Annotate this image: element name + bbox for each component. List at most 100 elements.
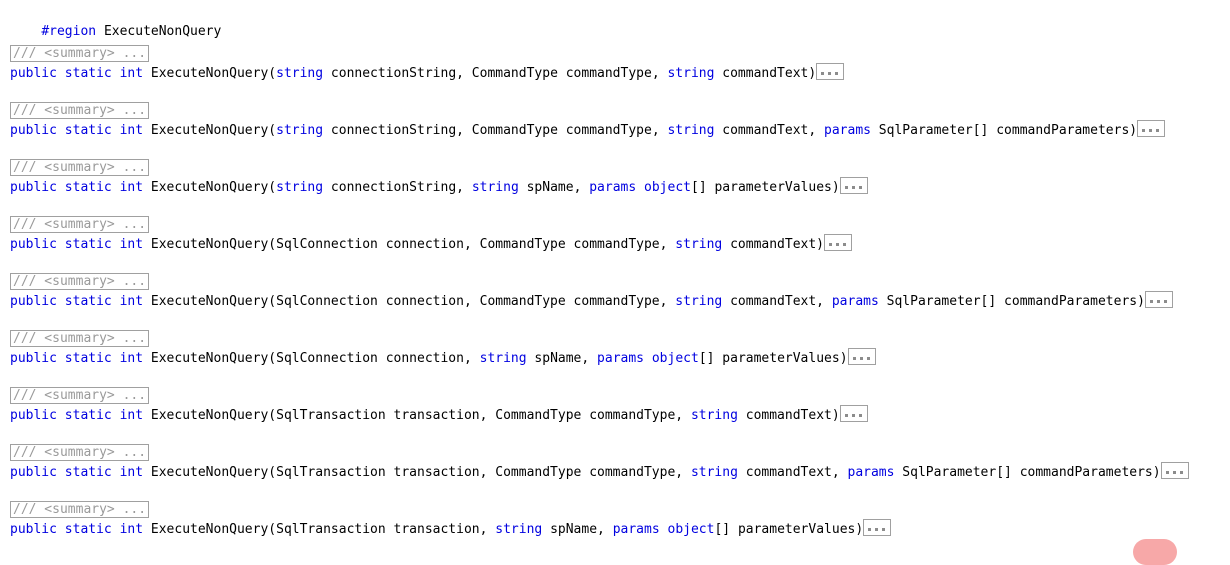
signature-keyword: string bbox=[479, 351, 527, 366]
method-name: ExecuteNonQuery( bbox=[150, 465, 277, 480]
ellipsis-dot bbox=[875, 528, 879, 531]
collapsed-doc-comment-box[interactable]: /// <summary> ... bbox=[10, 501, 150, 518]
ellipsis-dot bbox=[843, 243, 847, 246]
signature-keyword: params bbox=[831, 294, 879, 309]
collapsed-doc-comment-box[interactable]: /// <summary> ... bbox=[10, 102, 150, 119]
signature-keyword: string bbox=[667, 66, 715, 81]
method-signature-line[interactable]: public static int ExecuteNonQuery(string… bbox=[10, 63, 845, 83]
signature-modifiers: public static int bbox=[10, 237, 151, 252]
signature-identifier: commandText) bbox=[714, 66, 817, 81]
signature-identifier: SqlTransaction transaction, bbox=[276, 522, 496, 537]
region-name: ExecuteNonQuery bbox=[103, 24, 222, 39]
method-name: ExecuteNonQuery( bbox=[150, 180, 277, 195]
signature-identifier: connectionString, CommandType commandTyp… bbox=[323, 66, 668, 81]
collapsed-doc-comment-box[interactable]: /// <summary> ... bbox=[10, 45, 150, 62]
signature-identifier: commandText) bbox=[737, 408, 840, 423]
method-signature-line[interactable]: public static int ExecuteNonQuery(SqlCon… bbox=[10, 291, 1173, 311]
region-keyword: #region bbox=[41, 24, 97, 39]
signature-identifier: spName, bbox=[526, 351, 598, 366]
ellipsis-dot bbox=[835, 72, 839, 75]
method-signature-line[interactable]: public static int ExecuteNonQuery(SqlCon… bbox=[10, 348, 876, 368]
ellipsis-dot bbox=[1172, 471, 1176, 474]
signature-identifier bbox=[636, 180, 644, 195]
signature-keyword: string bbox=[276, 123, 324, 138]
collapsed-method-body-box[interactable] bbox=[847, 348, 876, 365]
collapsed-method-body-box[interactable] bbox=[839, 177, 868, 194]
ellipsis-dot bbox=[1165, 471, 1169, 474]
signature-identifier: SqlConnection connection, CommandType co… bbox=[276, 237, 676, 252]
signature-keyword: object bbox=[667, 522, 715, 537]
method-signature-line[interactable]: public static int ExecuteNonQuery(SqlTra… bbox=[10, 462, 1189, 482]
signature-keyword: string bbox=[471, 180, 519, 195]
collapsed-method-body-box[interactable] bbox=[1137, 120, 1166, 137]
method-name: ExecuteNonQuery( bbox=[150, 66, 277, 81]
ellipsis-dot bbox=[859, 357, 863, 360]
ellipsis-dot bbox=[1156, 129, 1160, 132]
signature-keyword: string bbox=[667, 123, 715, 138]
collapsed-method-body-box[interactable] bbox=[863, 519, 892, 536]
signature-keyword: string bbox=[675, 294, 723, 309]
method-name: ExecuteNonQuery( bbox=[150, 408, 277, 423]
method-signature-line[interactable]: public static int ExecuteNonQuery(SqlTra… bbox=[10, 405, 868, 425]
signature-keyword: string bbox=[690, 465, 738, 480]
ellipsis-dot bbox=[828, 72, 832, 75]
signature-identifier: connectionString, bbox=[323, 180, 472, 195]
ellipsis-dot bbox=[852, 357, 856, 360]
collapsed-doc-comment-box[interactable]: /// <summary> ... bbox=[10, 330, 150, 347]
signature-keyword: params bbox=[847, 465, 895, 480]
signature-modifiers: public static int bbox=[10, 522, 151, 537]
ellipsis-dot bbox=[1163, 300, 1167, 303]
ellipsis-dot bbox=[858, 186, 862, 189]
method-name: ExecuteNonQuery( bbox=[150, 237, 277, 252]
signature-modifiers: public static int bbox=[10, 351, 151, 366]
method-name: ExecuteNonQuery( bbox=[150, 294, 277, 309]
ellipsis-dot bbox=[866, 357, 870, 360]
method-signature-line[interactable]: public static int ExecuteNonQuery(string… bbox=[10, 177, 868, 197]
ellipsis-dot bbox=[844, 186, 848, 189]
signature-keyword: params bbox=[824, 123, 871, 138]
signature-modifiers: public static int bbox=[10, 123, 151, 138]
method-signature-line[interactable]: public static int ExecuteNonQuery(string… bbox=[10, 120, 1166, 140]
signature-identifier: [] parameterValues) bbox=[698, 351, 848, 366]
collapsed-doc-comment-box[interactable]: /// <summary> ... bbox=[10, 216, 150, 233]
signature-identifier: SqlParameter[] commandParameters) bbox=[894, 465, 1161, 480]
signature-keyword: params bbox=[597, 351, 645, 366]
collapsed-method-body-box[interactable] bbox=[824, 234, 853, 251]
collapsed-doc-comment-box[interactable]: /// <summary> ... bbox=[10, 387, 150, 404]
ellipsis-dot bbox=[851, 186, 855, 189]
ellipsis-dot bbox=[1156, 300, 1160, 303]
signature-identifier: [] parameterValues) bbox=[714, 522, 864, 537]
method-signature-line[interactable]: public static int ExecuteNonQuery(SqlTra… bbox=[10, 519, 892, 539]
method-signature-line[interactable]: public static int ExecuteNonQuery(SqlCon… bbox=[10, 234, 853, 254]
ellipsis-dot bbox=[836, 243, 840, 246]
collapsed-doc-comment-box[interactable]: /// <summary> ... bbox=[10, 273, 150, 290]
collapsed-method-body-box[interactable] bbox=[839, 405, 868, 422]
collapsed-doc-comment-box[interactable]: /// <summary> ... bbox=[10, 159, 150, 176]
signature-identifier: commandText, bbox=[737, 465, 848, 480]
signature-identifier: spName, bbox=[518, 180, 590, 195]
ellipsis-dot bbox=[1179, 471, 1183, 474]
ellipsis-dot bbox=[844, 414, 848, 417]
ellipsis-dot bbox=[821, 72, 825, 75]
signature-identifier: [] parameterValues) bbox=[691, 180, 840, 195]
signature-keyword: object bbox=[651, 351, 699, 366]
accent-pill-decoration bbox=[1133, 539, 1177, 565]
collapsed-method-body-box[interactable] bbox=[1144, 291, 1173, 308]
collapsed-doc-comment-box[interactable]: /// <summary> ... bbox=[10, 444, 150, 461]
signature-identifier bbox=[660, 522, 668, 537]
signature-keyword: params bbox=[589, 180, 637, 195]
signature-keyword: string bbox=[495, 522, 543, 537]
collapsed-method-body-box[interactable] bbox=[816, 63, 845, 80]
method-name: ExecuteNonQuery( bbox=[150, 351, 277, 366]
method-name: ExecuteNonQuery( bbox=[150, 123, 277, 138]
signature-identifier: SqlTransaction transaction, CommandType … bbox=[276, 465, 691, 480]
signature-identifier: commandText) bbox=[722, 237, 825, 252]
collapsed-method-body-box[interactable] bbox=[1160, 462, 1189, 479]
signature-keyword: string bbox=[276, 66, 324, 81]
ellipsis-dot bbox=[1142, 129, 1146, 132]
signature-modifiers: public static int bbox=[10, 66, 151, 81]
ellipsis-dot bbox=[882, 528, 886, 531]
ellipsis-dot bbox=[1149, 300, 1153, 303]
signature-identifier: SqlTransaction transaction, CommandType … bbox=[276, 408, 691, 423]
code-editor-surface[interactable]: #region ExecuteNonQuery /// <summary> ..… bbox=[0, 0, 1230, 565]
